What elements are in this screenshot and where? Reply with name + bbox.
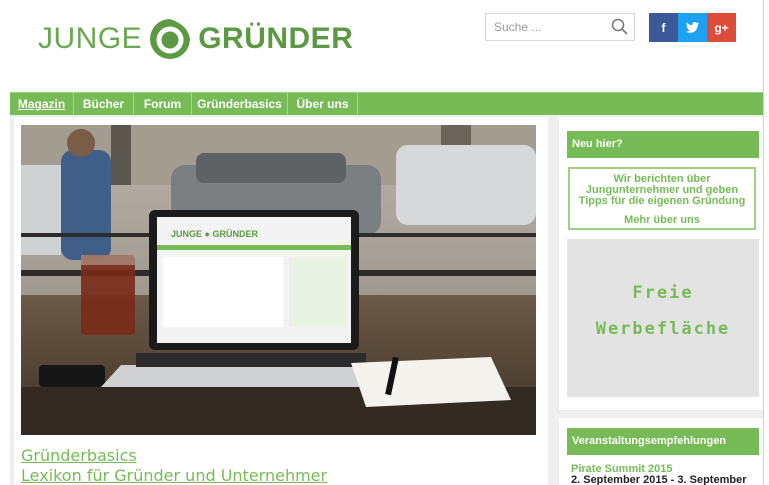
featured-image[interactable]: JUNGE ● GRÜNDER [21,125,536,435]
neu-hier-box[interactable]: Wir berichten über Jungunternehmer und g… [568,167,756,230]
ad-line-1: Freie [632,283,694,303]
mehr-ueber-uns-link[interactable]: Mehr über uns [570,215,754,226]
site-header: JUNGE GRÜNDER f g+ [0,0,769,92]
search-input[interactable] [486,14,604,40]
twitter-button[interactable] [678,13,707,42]
ad-line-2: Werbefläche [595,319,731,339]
logo-text-right: GRÜNDER [198,22,354,55]
logo-text-left: JUNGE [38,22,143,55]
nav-item-ueber-uns[interactable]: Über uns [288,93,358,115]
svg-text:JUNGE ● GRÜNDER: JUNGE ● GRÜNDER [171,229,258,239]
widget-heading-neu-hier: Neu hier? [567,131,759,158]
ad-space[interactable]: Freie Werbefläche [567,239,759,397]
main-navigation: Magazin Bücher Forum Gründerbasics Über … [10,92,763,115]
neu-hier-line-3: Tipps für die eigenen Gründung [578,195,746,207]
nav-item-forum[interactable]: Forum [134,93,192,115]
nav-item-gruenderbasics[interactable]: Gründerbasics [192,93,288,115]
facebook-icon: f [661,20,666,35]
nav-item-buecher[interactable]: Bücher [74,93,134,115]
googleplus-button[interactable]: g+ [707,13,736,42]
search-icon[interactable] [610,17,630,37]
site-logo[interactable]: JUNGE GRÜNDER [38,16,353,62]
search-box [485,13,635,41]
logo-mark-icon [150,19,191,59]
event-date: 2. September 2015 - 3. September [571,474,747,485]
scrollbar-edge [763,0,764,485]
facebook-button[interactable]: f [649,13,678,42]
twitter-icon [686,22,699,33]
article-title-link[interactable]: Lexikon für Gründer und Unternehmer [21,466,327,485]
widget-heading-events: Veranstaltungsempfehlungen [567,428,759,455]
nav-item-magazin[interactable]: Magazin [10,93,74,115]
googleplus-icon: g+ [714,20,729,35]
article-category-link[interactable]: Gründerbasics [21,446,137,465]
sidebar-divider [559,410,763,418]
